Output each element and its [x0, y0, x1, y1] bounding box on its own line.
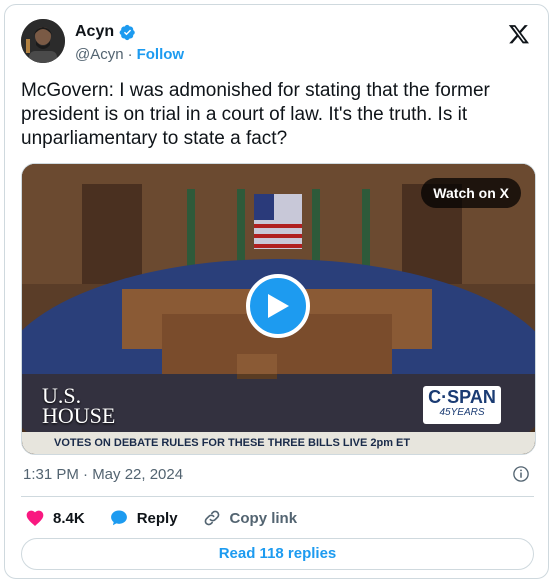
verified-badge-icon — [119, 24, 135, 40]
play-icon — [268, 294, 289, 318]
cspan-logo-text: C·SPAN — [428, 387, 496, 407]
tweet-card: Acyn @Acyn · Follow McGovern: I was admo… — [4, 4, 549, 579]
video-player[interactable]: Watch on X U.S. HOUSE C·SPAN 45YEARS VOT… — [21, 163, 536, 455]
author-name[interactable]: Acyn — [75, 23, 114, 41]
follow-button[interactable]: Follow — [137, 46, 185, 63]
reply-label: Reply — [136, 509, 178, 527]
like-button[interactable]: 8.4K — [25, 508, 85, 528]
divider — [21, 496, 534, 497]
link-icon — [204, 510, 219, 526]
reply-button[interactable]: Reply — [109, 508, 178, 528]
copy-link-label: Copy link — [229, 509, 298, 527]
avatar-image — [21, 19, 65, 63]
read-replies-button[interactable]: Read 118 replies — [21, 538, 534, 570]
author-handle[interactable]: @Acyn — [75, 46, 124, 63]
x-logo-icon[interactable] — [508, 23, 530, 45]
handle-row: @Acyn · Follow — [75, 46, 184, 63]
action-bar: 8.4K Reply Copy link — [25, 508, 321, 528]
cspan-logo: C·SPAN 45YEARS — [423, 386, 501, 424]
news-ticker: VOTES ON DEBATE RULES FOR THESE THREE BI… — [22, 432, 535, 454]
reply-bubble-icon — [110, 510, 127, 526]
play-button[interactable] — [246, 274, 310, 338]
cspan-anniversary: 45YEARS — [439, 407, 485, 418]
tweet-text: McGovern: I was admonished for stating t… — [21, 80, 490, 149]
separator-dot: · — [127, 46, 133, 63]
copy-link-button[interactable]: Copy link — [202, 508, 298, 528]
heart-icon — [26, 510, 44, 526]
watch-on-x-button[interactable]: Watch on X — [421, 178, 521, 208]
timestamp[interactable]: 1:31 PM · May 22, 2024 — [23, 466, 183, 483]
us-house-line2: HOUSE — [42, 403, 116, 428]
avatar[interactable] — [21, 19, 65, 63]
author-name-row: Acyn — [75, 23, 136, 41]
us-house-overlay: U.S. HOUSE — [42, 385, 116, 428]
like-count: 8.4K — [53, 509, 85, 527]
info-icon[interactable] — [512, 465, 530, 483]
